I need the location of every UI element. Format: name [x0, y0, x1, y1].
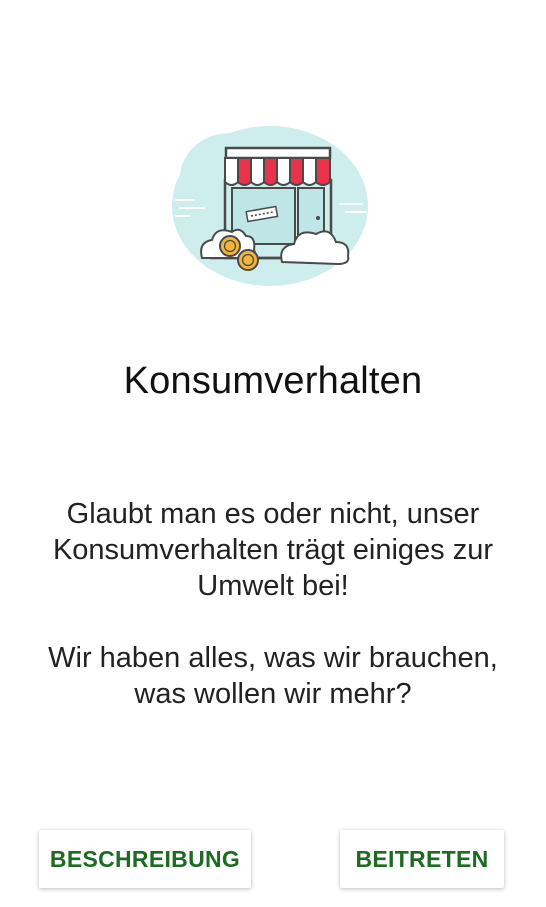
join-button[interactable]: BEITRETEN: [340, 830, 504, 888]
storefront-illustration: [170, 118, 375, 293]
description-paragraph-1: Glaubt man es oder nicht, unser Konsumve…: [52, 498, 494, 602]
description-paragraph-2: Wir haben alles, was wir brauchen, was w…: [48, 642, 498, 710]
page-title: Konsumverhalten: [123, 360, 423, 402]
storefront-icon: [172, 126, 368, 286]
description-button[interactable]: BESCHREIBUNG: [39, 830, 251, 888]
description-text: Glaubt man es oder nicht, unser Konsumve…: [20, 496, 526, 712]
